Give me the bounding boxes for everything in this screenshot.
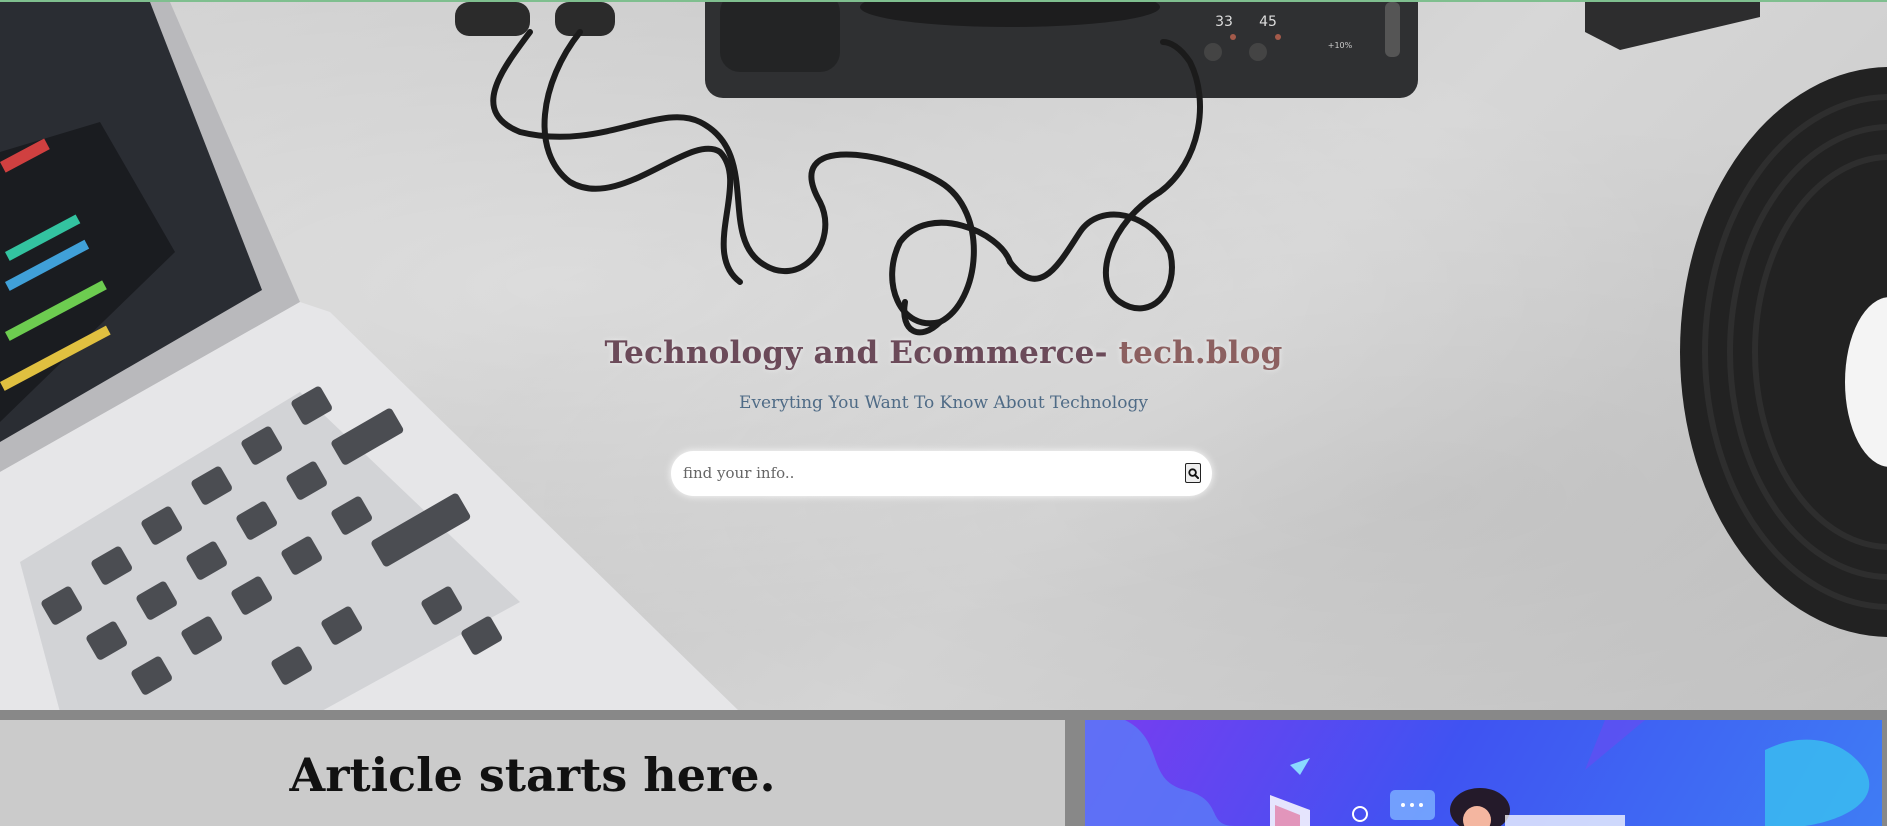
featured-illustration [1085,720,1882,826]
turntable-speed-33: 33 [1215,14,1233,30]
search-button[interactable] [1185,463,1201,483]
search-input[interactable] [683,457,1173,489]
turntable-speed-45: 45 [1259,14,1277,30]
site-tagline: Everyting You Want To Know About Technol… [739,393,1148,413]
search-icon [1187,467,1199,479]
site-title-accent[interactable]: tech.blog [1119,335,1283,371]
search-bar [671,451,1212,496]
turntable-pitch-label: +10% [1328,41,1353,50]
hero-banner: 33 45 +10% Technology and Ecommerce- tec… [0,0,1887,710]
article-heading: Article starts here. [289,748,776,802]
headphones-illustration [455,2,615,36]
site-title-main: Technology and Ecommerce- [604,335,1119,371]
featured-illustration-art [1085,720,1870,826]
site-title: Technology and Ecommerce- tech.blog [0,335,1887,371]
speaker-illustration [1585,2,1760,50]
turntable-illustration: 33 45 +10% [705,2,1418,98]
